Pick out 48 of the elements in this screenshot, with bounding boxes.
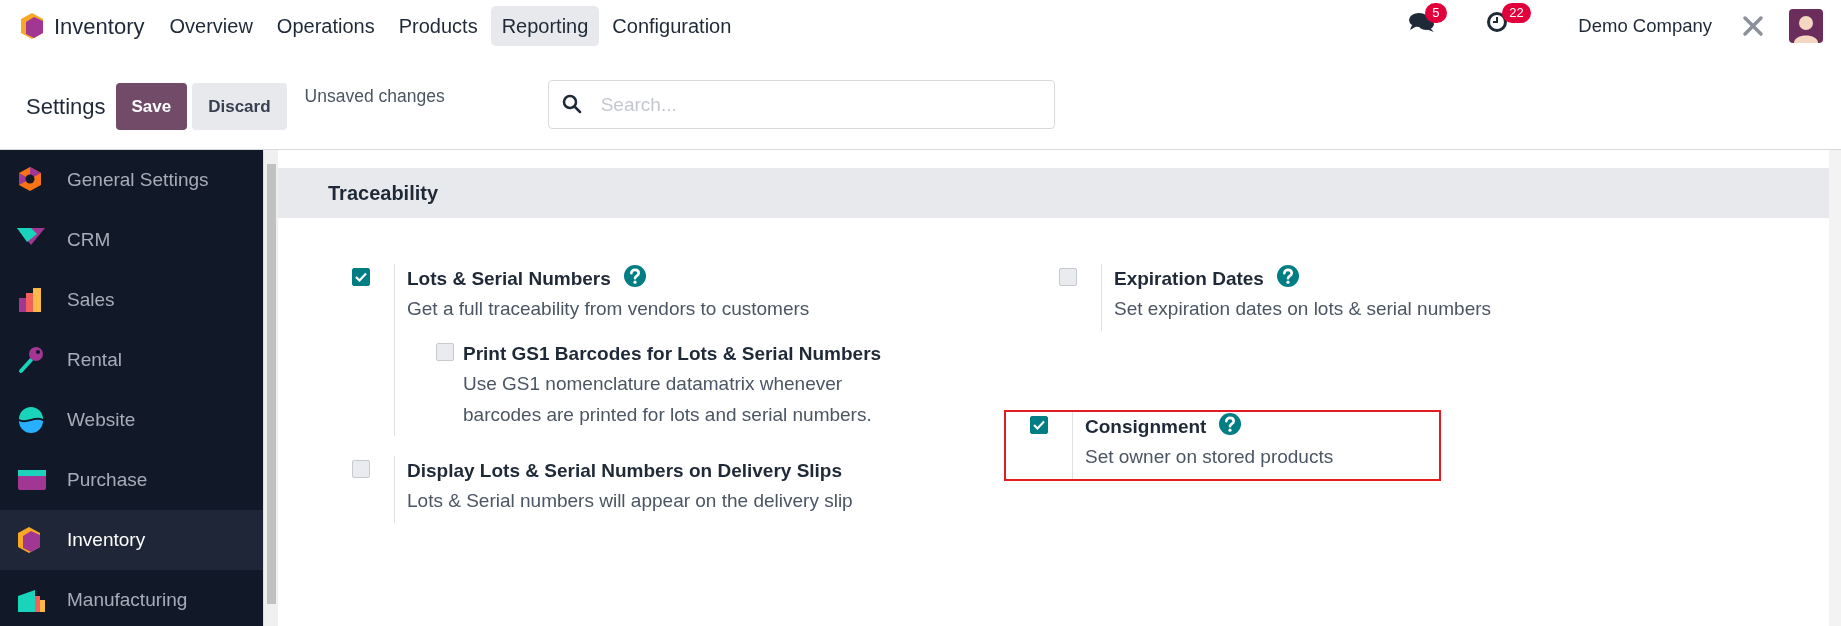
- search-field[interactable]: Search...: [547, 80, 1055, 129]
- checkbox[interactable]: [1030, 415, 1048, 434]
- checkbox[interactable]: [1059, 268, 1077, 286]
- sidebar-item[interactable]: General Settings: [0, 150, 263, 210]
- sidebar-item[interactable]: Website: [0, 390, 263, 450]
- help-icon[interactable]: [1218, 411, 1243, 436]
- check-icon: [354, 270, 368, 284]
- menu-item[interactable]: Operations: [265, 6, 386, 46]
- menu-item[interactable]: Products: [387, 6, 489, 46]
- message-count-badge: 5: [1425, 3, 1447, 24]
- page-title: Settings: [26, 93, 106, 121]
- help-icon[interactable]: [1275, 264, 1300, 288]
- sidebar-item[interactable]: CRM: [0, 210, 263, 270]
- setting-description: Lots & Serial numbers will appear on the delivery slip: [407, 489, 853, 514]
- app-name[interactable]: Inventory: [54, 9, 145, 43]
- setting-description: Get a full traceability from vendors to customers: [407, 297, 811, 322]
- sidebar-item[interactable]: Purchase: [0, 450, 263, 510]
- menu-item[interactable]: Overview: [158, 6, 264, 46]
- setting-description: Set owner on stored products: [1085, 445, 1334, 470]
- setting-title: Display Lots & Serial Numbers on Delivery Slips: [407, 459, 843, 481]
- sidebar-item[interactable]: Rental: [0, 330, 263, 390]
- checkbox[interactable]: [436, 342, 454, 361]
- sidebar-item[interactable]: Manufacturing: [0, 570, 263, 626]
- section-title: Traceability: [278, 168, 1829, 218]
- unsaved-changes-text: Unsaved changes: [304, 85, 445, 109]
- menu-item[interactable]: Configuration: [601, 6, 743, 46]
- scrollbar[interactable]: [263, 150, 278, 626]
- menu-item[interactable]: Reporting: [490, 6, 600, 46]
- setting-title: Consignment: [1085, 415, 1207, 437]
- checkbox[interactable]: [352, 459, 370, 478]
- sidebar-item[interactable]: Sales: [0, 270, 263, 330]
- discard-button[interactable]: Discard: [192, 82, 287, 131]
- setting-description: Use GS1 nomenclature datamatrix whenever barcodes are printed for lots and serial numbers.: [463, 372, 873, 427]
- activity-count-badge: 22: [1502, 3, 1531, 24]
- avatar-icon[interactable]: [1789, 9, 1823, 43]
- search-icon: [561, 94, 582, 114]
- setting-description: Set expiration dates on lots & serial numbers: [1114, 297, 1492, 322]
- company-name[interactable]: Demo Company: [1578, 12, 1712, 40]
- setting-title: Lots & Serial Numbers: [407, 268, 611, 289]
- help-icon[interactable]: [622, 264, 647, 288]
- setting-title: Print GS1 Barcodes for Lots & Serial Numbers: [463, 341, 883, 366]
- setting-title: Expiration Dates: [1114, 268, 1264, 289]
- app-logo-icon: [20, 12, 44, 40]
- scrollbar[interactable]: [1829, 150, 1841, 626]
- sidebar-item[interactable]: Inventory: [0, 510, 263, 570]
- checkbox[interactable]: [352, 268, 370, 286]
- save-button[interactable]: Save: [115, 82, 188, 131]
- clock-icon[interactable]: [1486, 11, 1509, 34]
